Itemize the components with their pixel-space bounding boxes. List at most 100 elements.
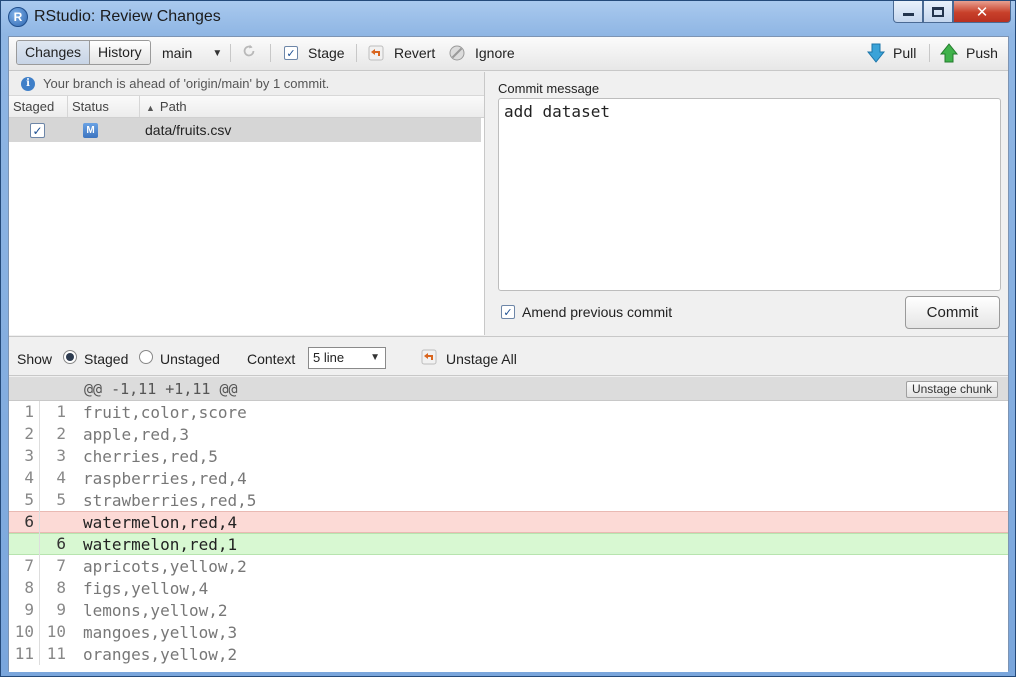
chunk-header-text: @@ -1,11 +1,11 @@ — [84, 380, 238, 398]
diff-line[interactable]: 11 11 oranges,yellow,2 — [9, 643, 1008, 665]
toolbar-divider — [929, 44, 930, 62]
push-arrow-icon — [940, 43, 958, 63]
context-label: Context — [247, 351, 296, 367]
old-line-number: 1 — [9, 401, 40, 423]
diff-line[interactable]: 10 10 mangoes,yellow,3 — [9, 621, 1008, 643]
column-header-status[interactable]: Status — [68, 96, 140, 117]
unstaged-radio-label[interactable]: Unstaged — [160, 351, 220, 367]
diff-line[interactable]: 3 3 cherries,red,5 — [9, 445, 1008, 467]
line-content: oranges,yellow,2 — [83, 644, 238, 664]
column-header-path[interactable]: ▲ Path — [140, 96, 484, 117]
new-line-number: 2 — [56, 424, 66, 443]
pull-button[interactable]: Pull — [867, 43, 916, 63]
diff-line[interactable]: 1 1 fruit,color,score — [9, 401, 1008, 423]
old-line-number: 2 — [9, 423, 40, 445]
line-content: figs,yellow,4 — [83, 578, 209, 598]
diff-line[interactable]: 7 7 apricots,yellow,2 — [9, 555, 1008, 577]
info-icon: i — [21, 76, 35, 91]
column-header-staged[interactable]: Staged — [9, 96, 68, 117]
files-table-header: Staged Status ▲ Path — [9, 96, 484, 118]
old-line-number: 11 — [9, 643, 40, 665]
line-content: watermelon,red,1 — [83, 534, 238, 554]
line-content: fruit,color,score — [83, 402, 247, 422]
old-line-number: 9 — [9, 599, 40, 621]
view-tabs: Changes History — [16, 40, 151, 65]
amend-checkbox[interactable]: ✓ — [501, 305, 515, 319]
column-header-path-label: Path — [159, 99, 187, 114]
context-select[interactable]: 5 line ▼ — [308, 347, 386, 369]
commit-message-input[interactable]: add dataset — [498, 98, 1001, 291]
unstage-all-button[interactable]: Unstage All — [446, 351, 517, 367]
changed-files-pane: i Your branch is ahead of 'origin/main' … — [9, 72, 485, 335]
close-button[interactable]: ✕ — [953, 1, 1011, 23]
old-line-number: 8 — [9, 577, 40, 599]
old-line-number: 4 — [9, 467, 40, 489]
new-line-number: 5 — [56, 490, 66, 509]
pull-arrow-icon — [867, 43, 885, 63]
tab-changes[interactable]: Changes — [17, 41, 91, 64]
old-line-number: 5 — [9, 489, 40, 511]
commit-message-label: Commit message — [498, 81, 600, 96]
diff-lines: 1 1 fruit,color,score 2 2 apple,red,3 3 3 cherri… — [9, 401, 1008, 665]
new-line-number: 4 — [56, 468, 66, 487]
table-row[interactable]: ✓ M data/fruits.csv — [9, 118, 481, 142]
client-area: Changes History main ▼ ✓ Stage Revert Ig… — [8, 36, 1009, 672]
push-button[interactable]: Push — [940, 43, 998, 63]
line-content: cherries,red,5 — [83, 446, 218, 466]
stage-button[interactable]: ✓ Stage — [284, 45, 345, 61]
diff-line-added[interactable]: 6 watermelon,red,1 — [9, 533, 1008, 555]
refresh-button[interactable] — [241, 43, 257, 59]
old-line-number — [9, 533, 40, 555]
branch-status-text: Your branch is ahead of 'origin/main' by… — [43, 76, 330, 91]
diff-line-deleted[interactable]: 6 watermelon,red,4 — [9, 511, 1008, 533]
window-title: RStudio: Review Changes — [34, 8, 221, 25]
staged-cell: ✓ — [9, 122, 68, 139]
diff-line[interactable]: 5 5 strawberries,red,5 — [9, 489, 1008, 511]
ignore-label: Ignore — [475, 45, 515, 61]
unstaged-radio[interactable] — [139, 350, 153, 364]
minimize-button[interactable] — [893, 1, 923, 23]
staged-radio-label[interactable]: Staged — [84, 351, 128, 367]
diff-line[interactable]: 2 2 apple,red,3 — [9, 423, 1008, 445]
commit-button[interactable]: Commit — [905, 296, 1000, 329]
commit-pane: Commit message add dataset ✓ Amend previ… — [486, 72, 1008, 335]
old-line-number: 6 — [9, 511, 40, 533]
review-changes-window: R RStudio: Review Changes ✕ Changes Hist… — [0, 0, 1016, 677]
radio-selected-dot — [66, 353, 74, 361]
line-content: strawberries,red,5 — [83, 490, 257, 510]
line-content: lemons,yellow,2 — [83, 600, 228, 620]
unstage-all-icon[interactable] — [421, 349, 437, 365]
old-line-number: 7 — [9, 555, 40, 577]
push-label: Push — [966, 45, 998, 61]
line-content: watermelon,red,4 — [83, 512, 238, 532]
revert-icon — [368, 45, 384, 61]
amend-option[interactable]: ✓ Amend previous commit — [501, 304, 672, 320]
new-line-number: 7 — [56, 556, 66, 575]
tab-history[interactable]: History — [90, 41, 150, 64]
diff-line[interactable]: 9 9 lemons,yellow,2 — [9, 599, 1008, 621]
status-cell: M — [68, 122, 140, 138]
diff-line[interactable]: 4 4 raspberries,red,4 — [9, 467, 1008, 489]
chevron-down-icon: ▼ — [212, 47, 223, 59]
staged-radio[interactable] — [63, 350, 77, 364]
unstage-chunk-button[interactable]: Unstage chunk — [905, 381, 998, 398]
new-line-number: 6 — [56, 534, 66, 553]
revert-label: Revert — [394, 45, 436, 61]
staged-checkbox[interactable]: ✓ — [30, 123, 45, 139]
toolbar-divider — [270, 44, 271, 62]
revert-button[interactable]: Revert — [368, 45, 435, 61]
ignore-icon — [449, 45, 465, 61]
stage-label: Stage — [308, 45, 345, 61]
new-line-number: 11 — [46, 644, 66, 663]
diff-line[interactable]: 8 8 figs,yellow,4 — [9, 577, 1008, 599]
stage-checkbox-icon: ✓ — [284, 46, 298, 60]
show-label: Show — [17, 351, 53, 367]
branch-selector[interactable]: main ▼ — [162, 45, 222, 61]
new-line-number — [40, 511, 71, 533]
ignore-button[interactable]: Ignore — [449, 45, 515, 61]
toolbar-divider — [356, 44, 357, 62]
title-bar[interactable]: R RStudio: Review Changes ✕ — [1, 1, 1015, 35]
maximize-button[interactable] — [923, 1, 953, 23]
diff-view: @@ -1,11 +1,11 @@ Unstage chunk 1 1 fruit,… — [9, 377, 1008, 672]
old-line-number: 10 — [9, 621, 40, 643]
